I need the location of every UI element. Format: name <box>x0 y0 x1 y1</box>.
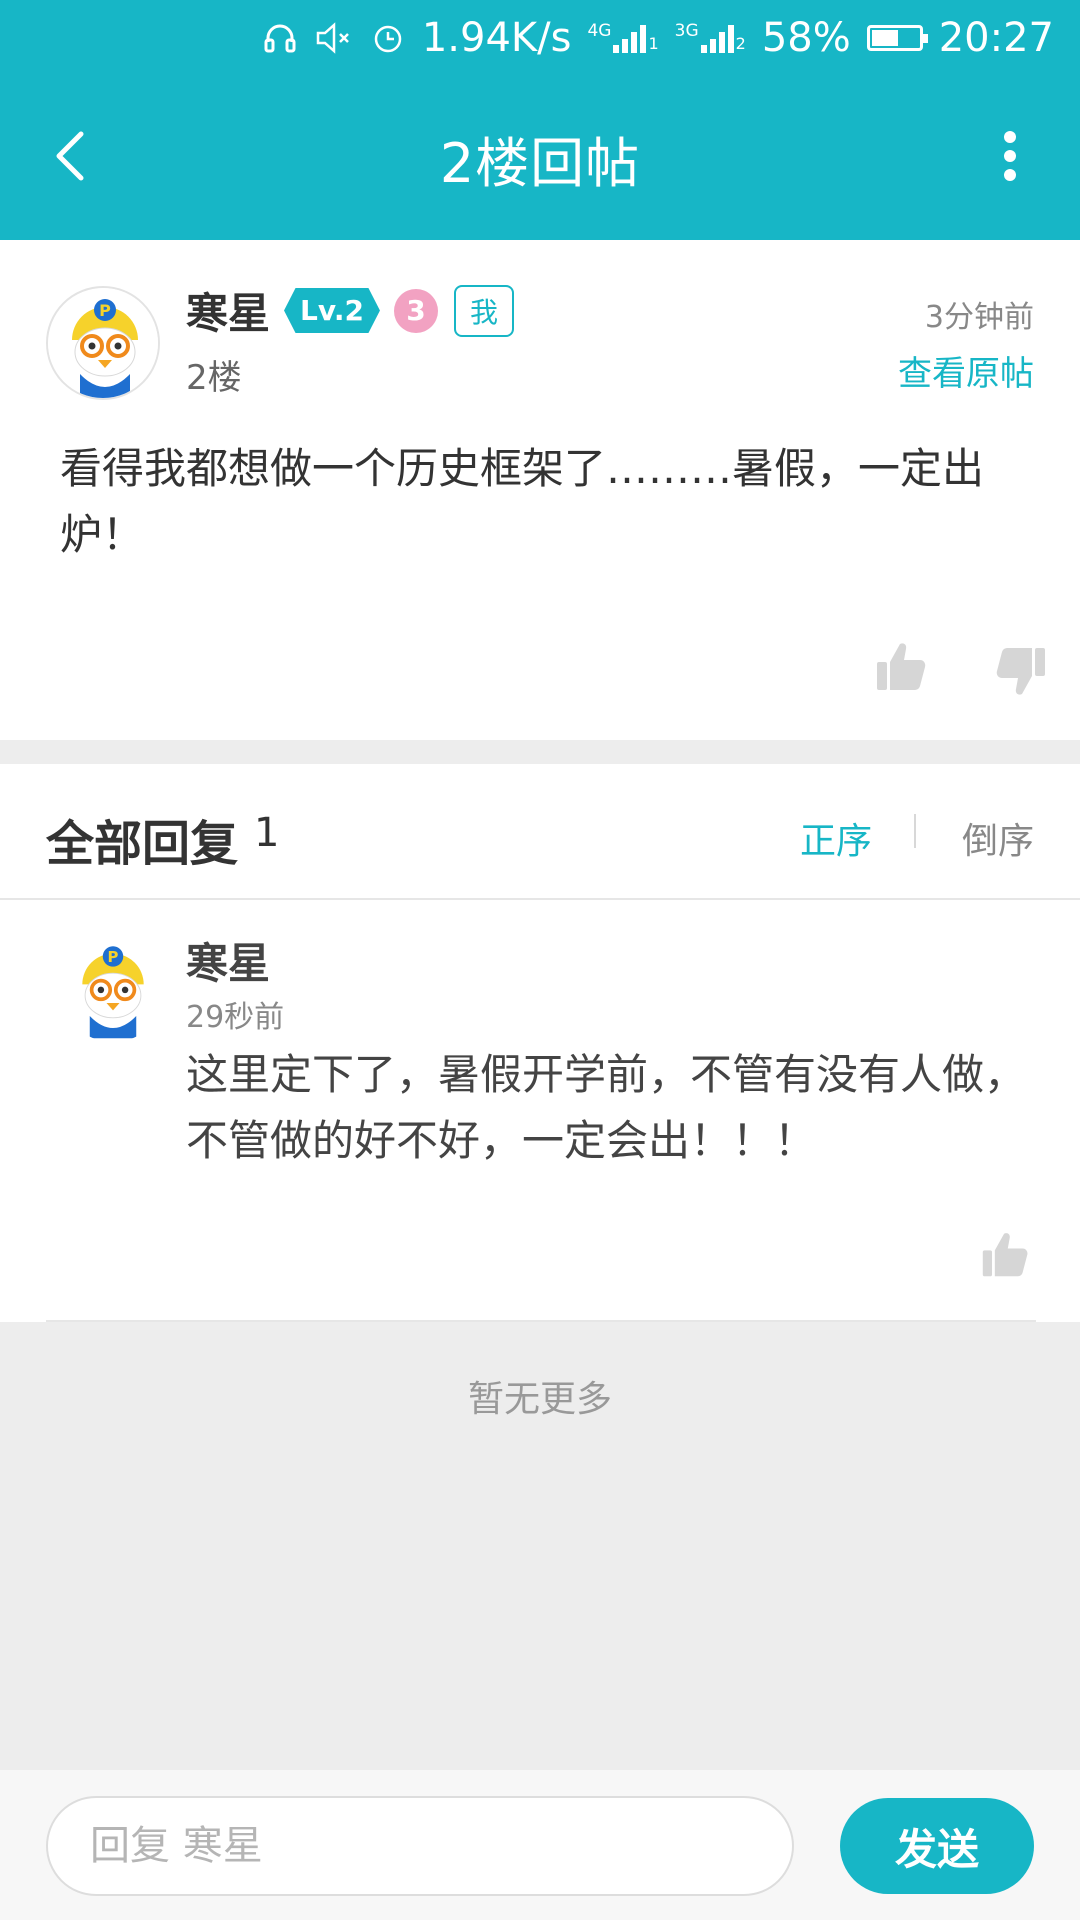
author-avatar[interactable]: P <box>46 286 160 400</box>
replies-header: 全部回复 1 正序 倒序 <box>0 764 1080 900</box>
clock: 20:27 <box>938 15 1054 61</box>
reply-input[interactable] <box>46 1796 794 1896</box>
thumbs-down-button[interactable] <box>994 644 1048 698</box>
page-title: 2楼回帖 <box>439 131 641 195</box>
thumbs-up-button[interactable] <box>874 640 928 694</box>
net-speed: 1.94K/s <box>421 15 572 61</box>
sim2-signal-icon: 3G 2 <box>675 23 746 53</box>
back-button[interactable] <box>40 123 100 193</box>
svg-text:P: P <box>108 948 119 966</box>
no-more-label: 暂无更多 <box>467 1379 612 1420</box>
sort-separator <box>914 814 916 848</box>
reply-like-button[interactable] <box>980 1230 1030 1280</box>
sim2-index: 2 <box>735 34 746 53</box>
reply-divider <box>46 1320 1036 1322</box>
reply-composer: 发送 <box>0 1770 1080 1920</box>
post-time: 3分钟前 <box>924 300 1034 335</box>
alarm-icon <box>370 20 406 56</box>
reply-content: 这里定下了，暑假开学前，不管有没有人做，不管做的好不好，一定会出！！！ <box>186 1050 1027 1165</box>
status-bar: 1.94K/s 4G 1 3G 2 58% 20:27 <box>0 0 1080 76</box>
thumbs-down-icon <box>996 648 1045 695</box>
reply-author-name[interactable]: 寒星 <box>186 930 270 991</box>
post-content: 看得我都想做一个历史框架了………暑假，一定出炉！ <box>60 444 985 559</box>
floor-label: 2楼 <box>186 358 242 398</box>
medal-icon: 3 <box>393 288 438 333</box>
nav-bar: 2楼回帖 <box>0 76 1080 240</box>
me-tag: 我 <box>453 284 514 337</box>
mute-icon <box>314 20 354 56</box>
author-name[interactable]: 寒星 <box>186 280 270 341</box>
replies-count: 1 <box>254 810 280 856</box>
author-line: 寒星 Lv.2 3 我 <box>186 280 514 341</box>
more-vertical-icon <box>1002 130 1018 186</box>
top-bar: 1.94K/s 4G 1 3G 2 58% 20:27 2楼回帖 <box>0 0 1080 240</box>
thumbs-up-icon <box>877 643 926 690</box>
thumbs-up-icon <box>982 1233 1028 1277</box>
sim2-type: 3G <box>674 21 699 41</box>
section-divider <box>0 740 1080 764</box>
sim1-type: 4G <box>587 21 612 41</box>
battery-percent: 58% <box>761 15 851 61</box>
reply-time: 29秒前 <box>186 1000 285 1035</box>
sim1-index: 1 <box>648 34 659 53</box>
replies-title: 全部回复 <box>46 816 239 872</box>
level-badge: Lv.2 <box>284 288 380 333</box>
battery-icon <box>866 25 928 51</box>
sort-descending-button[interactable]: 倒序 <box>962 812 1034 864</box>
sort-ascending-button[interactable]: 正序 <box>800 812 872 864</box>
more-button[interactable] <box>990 123 1030 193</box>
svg-text:P: P <box>99 301 111 320</box>
sim1-signal-icon: 4G 1 <box>587 21 659 53</box>
reply-item: P 寒星 29秒前 这里定下了，暑假开学前，不管有没有人做，不管做的好不好，一定… <box>0 900 1080 1322</box>
headphones-icon <box>262 20 298 56</box>
chevron-left-icon <box>53 130 87 186</box>
send-button[interactable]: 发送 <box>840 1798 1034 1894</box>
post-card: P 寒星 Lv.2 3 我 2楼 3分钟前 查看原帖 看得我都想做一个历史框架了… <box>0 240 1080 740</box>
view-original-link[interactable]: 查看原帖 <box>898 346 1034 395</box>
reply-author-avatar[interactable]: P <box>60 936 166 1042</box>
